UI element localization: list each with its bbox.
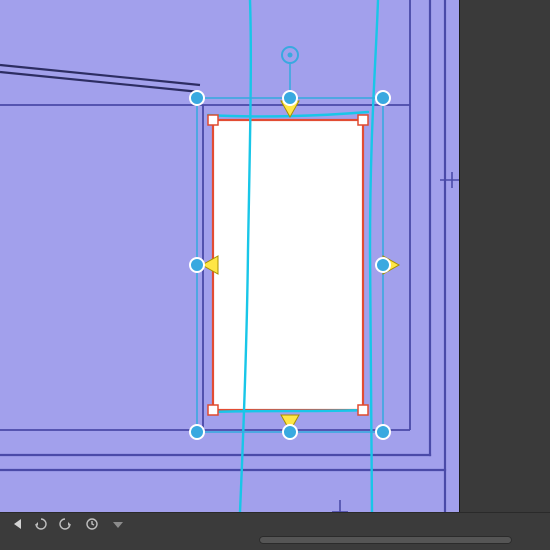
bbox-mid-handle[interactable] bbox=[283, 425, 297, 439]
drawing-canvas[interactable] bbox=[0, 0, 460, 512]
history-icon[interactable] bbox=[85, 517, 99, 531]
rotate-handle-dot[interactable] bbox=[288, 53, 293, 58]
canvas-viewport[interactable] bbox=[0, 0, 460, 512]
bbox-corner-handle[interactable] bbox=[376, 91, 390, 105]
undo-icon[interactable] bbox=[33, 517, 47, 531]
timeline-scrollbar[interactable] bbox=[0, 534, 550, 546]
face-corner-handle[interactable] bbox=[358, 115, 368, 125]
face-corner-handle[interactable] bbox=[208, 115, 218, 125]
selected-face-fill[interactable] bbox=[213, 120, 363, 410]
timeline-scroll-thumb[interactable] bbox=[259, 536, 512, 544]
chevron-down-icon[interactable] bbox=[111, 517, 125, 531]
bbox-mid-handle[interactable] bbox=[190, 258, 204, 272]
right-panel bbox=[459, 0, 550, 512]
prev-icon[interactable] bbox=[14, 519, 21, 529]
bbox-mid-handle[interactable] bbox=[283, 91, 297, 105]
redo-icon[interactable] bbox=[59, 517, 73, 531]
app-root bbox=[0, 0, 550, 550]
bbox-corner-handle[interactable] bbox=[190, 91, 204, 105]
face-corner-handle[interactable] bbox=[208, 405, 218, 415]
bbox-corner-handle[interactable] bbox=[376, 425, 390, 439]
face-corner-handle[interactable] bbox=[358, 405, 368, 415]
bbox-mid-handle[interactable] bbox=[376, 258, 390, 272]
bbox-corner-handle[interactable] bbox=[190, 425, 204, 439]
bottom-toolbar bbox=[0, 512, 550, 550]
